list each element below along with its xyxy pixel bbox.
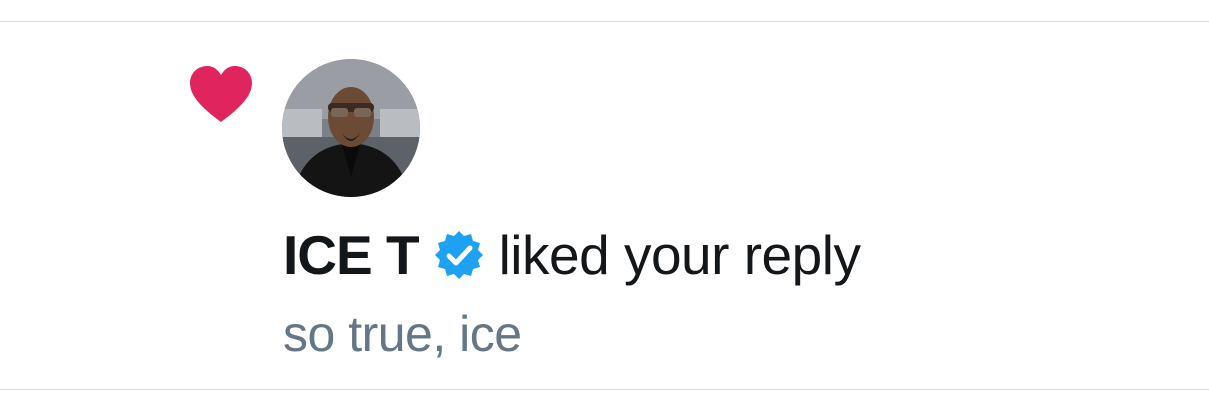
like-notification[interactable] — [0, 22, 1209, 389]
notification-headline: ICE T liked your reply — [283, 220, 861, 290]
avatar[interactable] — [282, 59, 420, 197]
action-text: liked your reply — [498, 224, 861, 286]
heart-icon — [190, 66, 252, 122]
verified-badge-icon — [434, 231, 483, 279]
divider-bottom — [0, 389, 1209, 390]
avatar-photo — [282, 59, 420, 197]
reply-text[interactable]: so true, ice — [283, 305, 522, 363]
author-name[interactable]: ICE T — [283, 223, 420, 287]
